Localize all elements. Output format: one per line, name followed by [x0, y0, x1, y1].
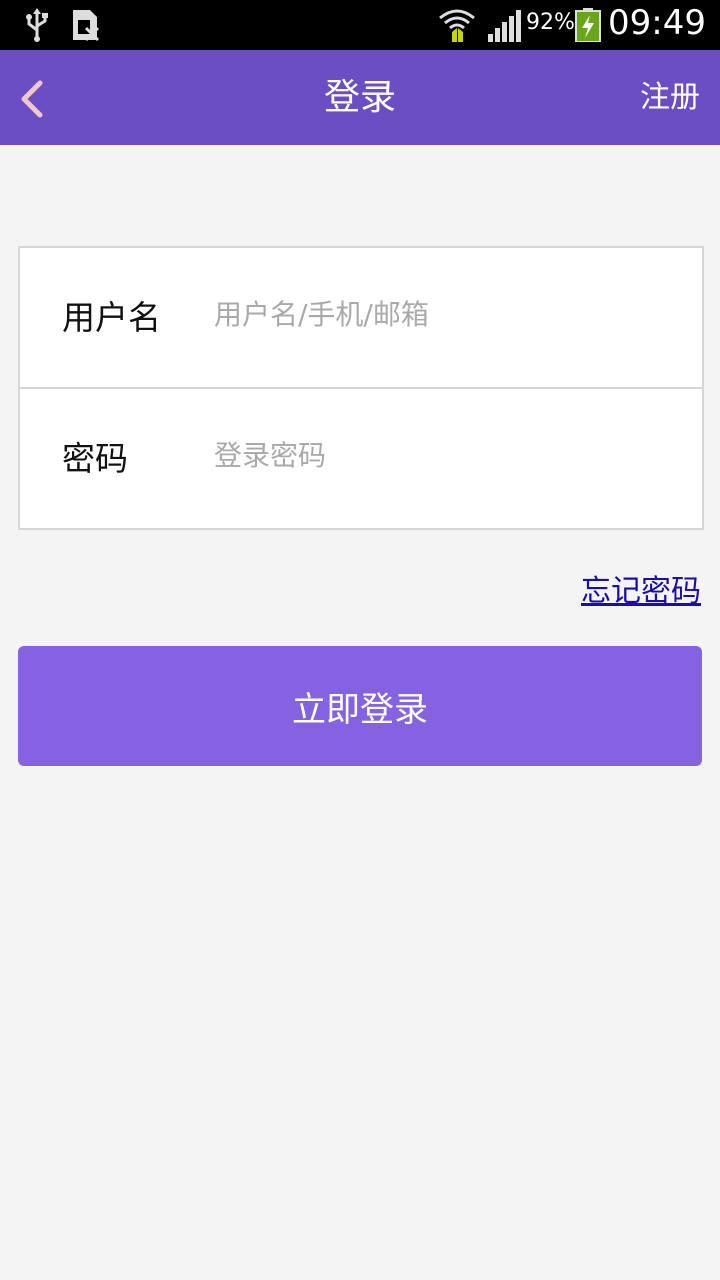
page-title: 登录: [323, 77, 396, 118]
password-input[interactable]: [214, 429, 674, 481]
login-button[interactable]: 立即登录: [18, 646, 702, 766]
password-label: 密码: [62, 439, 128, 478]
battery-charging-icon: [575, 8, 601, 42]
username-label: 用户名: [62, 298, 161, 337]
back-button[interactable]: [0, 50, 80, 145]
clock: 09:49: [608, 3, 706, 43]
forgot-password-link[interactable]: 忘记密码: [581, 566, 701, 610]
password-row: 密码: [20, 389, 702, 528]
chevron-left-icon: [21, 80, 43, 118]
username-input[interactable]: [214, 288, 674, 340]
usb-icon: [26, 8, 48, 42]
sim-card-icon: [73, 10, 100, 42]
register-button[interactable]: 注册: [640, 50, 700, 145]
status-bar: 92% 09:49: [0, 0, 720, 50]
username-row: 用户名: [20, 248, 702, 389]
battery-percent: 92%: [526, 10, 575, 35]
login-form: 用户名 密码: [18, 246, 704, 530]
app-bar: 登录 注册: [0, 50, 720, 145]
signal-icon: [488, 10, 521, 42]
wifi-icon: [439, 9, 475, 42]
